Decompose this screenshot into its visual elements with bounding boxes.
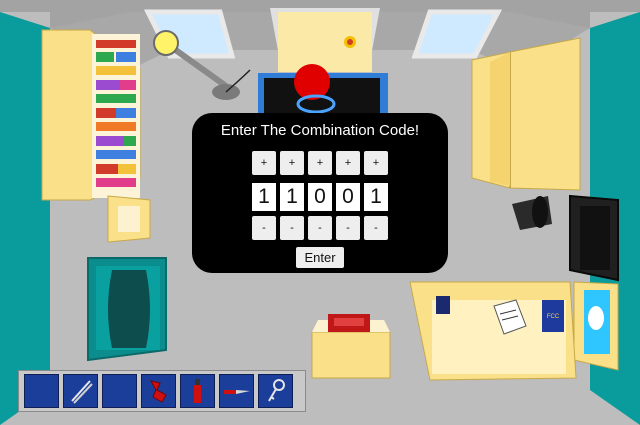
inventory-slot-6[interactable]: [219, 374, 254, 408]
dialog-title: Enter The Combination Code!: [220, 122, 420, 139]
inventory-slot-3[interactable]: [102, 374, 137, 408]
decrement-button-3[interactable]: -: [308, 216, 332, 240]
red-button[interactable]: [294, 64, 330, 100]
chopsticks-icon: [71, 380, 93, 404]
digit-4: 0: [336, 183, 360, 211]
inventory-slot-1[interactable]: [24, 374, 59, 408]
left-stool[interactable]: [107, 195, 151, 243]
decrement-button-1[interactable]: -: [252, 216, 276, 240]
decrement-button-5[interactable]: -: [364, 216, 388, 240]
increment-row: + + + + +: [252, 151, 390, 175]
cabinet-label: FCC: [547, 314, 560, 320]
right-dark-panel[interactable]: [569, 194, 619, 282]
inventory-slot-4[interactable]: [141, 374, 176, 408]
inventory-slot-2[interactable]: [63, 374, 98, 408]
red-knife-icon: [224, 390, 250, 394]
digit-row: 1 1 0 0 1: [252, 183, 390, 211]
right-desk[interactable]: FCC: [409, 281, 577, 381]
digit-2: 1: [280, 183, 304, 211]
right-wall-cabinet[interactable]: [471, 37, 581, 191]
decrement-button-2[interactable]: -: [280, 216, 304, 240]
digit-3: 0: [308, 183, 332, 211]
enter-button[interactable]: Enter: [296, 247, 344, 268]
red-screwdriver-icon: [194, 379, 201, 403]
increment-button-1[interactable]: +: [252, 151, 276, 175]
left-bookshelf[interactable]: [41, 29, 141, 201]
red-cloth-icon: [150, 380, 167, 403]
decrement-row: - - - - -: [252, 216, 390, 240]
increment-button-3[interactable]: +: [308, 151, 332, 175]
back-door[interactable]: [270, 8, 380, 72]
center-box[interactable]: [311, 314, 391, 379]
combination-dialog: Enter The Combination Code! + + + + + 1 …: [192, 113, 448, 273]
right-picture[interactable]: [573, 281, 619, 371]
key-icon: [268, 379, 285, 402]
left-cabinet[interactable]: [87, 257, 167, 362]
increment-button-2[interactable]: +: [280, 151, 304, 175]
digit-5: 1: [364, 183, 388, 211]
digit-1: 1: [252, 183, 276, 211]
decrement-button-4[interactable]: -: [336, 216, 360, 240]
inventory-slot-7[interactable]: [258, 374, 293, 408]
increment-button-5[interactable]: +: [364, 151, 388, 175]
room-scene: FCC Enter The Combination Code! + + + + …: [0, 0, 640, 425]
increment-button-4[interactable]: +: [336, 151, 360, 175]
inventory-slot-5[interactable]: [180, 374, 215, 408]
inventory-bar: [18, 370, 306, 412]
